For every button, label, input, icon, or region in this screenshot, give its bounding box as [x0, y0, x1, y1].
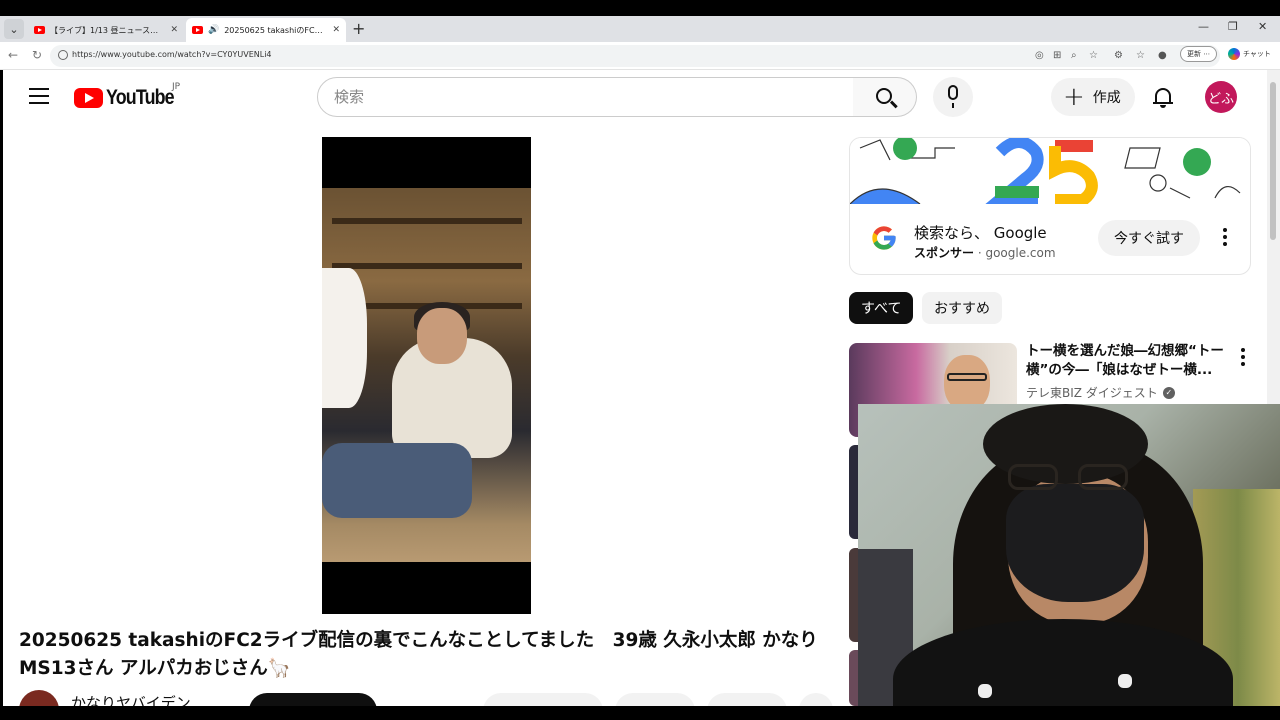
copilot-chat-button[interactable]: チャット [1228, 46, 1271, 62]
ad-title: 検索なら、 Google [914, 224, 1047, 242]
url-field[interactable]: https://www.youtube.com/watch?v=CY0YUVEN… [50, 45, 1220, 67]
ad-cta-button[interactable]: 今すぐ試す [1098, 220, 1200, 256]
youtube-logo[interactable]: YouTube JP [74, 82, 186, 110]
notifications-bell-icon[interactable] [1153, 86, 1173, 108]
tab-list-button[interactable]: ⌄ [4, 19, 24, 39]
close-tab-icon[interactable]: ✕ [332, 25, 340, 35]
close-tab-icon[interactable]: ✕ [170, 25, 178, 35]
youtube-favicon-icon [192, 26, 203, 34]
recommendation-channel[interactable]: テレ東BIZ ダイジェスト ✓ [1026, 384, 1175, 401]
recommendation-title[interactable]: トー横を選んだ娘―幻想郷“トー横”の今―「娘はなぜトー横... [1026, 342, 1236, 380]
youtube-play-icon [74, 88, 103, 108]
address-bar: ← ↻ https://www.youtube.com/watch?v=CY0Y… [0, 42, 1280, 70]
update-label: 更新 [1187, 50, 1201, 58]
more-actions-button[interactable] [799, 693, 833, 706]
chip-recommended[interactable]: おすすめ [922, 292, 1002, 324]
tab-strip: ⌄ 【ライブ】1/13 昼ニュースまとめ 最新情報を厳選... ✕ 🔊 2025… [0, 16, 1280, 42]
translate-icon[interactable]: ◎ [1035, 50, 1044, 61]
video-title: 20250625 takashiのFC2ライブ配信の裏でこんなことしてました 3… [19, 630, 818, 679]
video-frame [322, 188, 531, 562]
channel-avatar[interactable] [19, 690, 59, 706]
region-code: JP [172, 82, 181, 92]
google-logo-icon [872, 226, 896, 250]
scrollbar-thumb[interactable] [1270, 82, 1276, 240]
reload-icon[interactable]: ↻ [32, 48, 42, 62]
video-player[interactable] [322, 137, 531, 614]
tab-current-video[interactable]: 🔊 20250625 takashiのFC2ライブ配信... ✕ [186, 18, 346, 42]
profile-icon[interactable]: ● [1158, 50, 1167, 61]
verified-icon: ✓ [1162, 386, 1175, 399]
ad-sponsor-line: スポンサー · google.com [914, 246, 1056, 260]
tab-news[interactable]: 【ライブ】1/13 昼ニュースまとめ 最新情報を厳選... ✕ [28, 18, 184, 42]
site-info-icon[interactable] [58, 50, 68, 60]
recommendation-more-icon[interactable] [1241, 348, 1245, 369]
copilot-icon [1228, 48, 1240, 60]
favorites-icon[interactable]: ☆ [1136, 50, 1145, 61]
webcam-overlay [858, 404, 1280, 720]
tab-title: 20250625 takashiのFC2ライブ配信... [224, 25, 328, 35]
favorite-star-icon[interactable]: ☆ [1089, 50, 1098, 61]
update-button[interactable]: 更新 ⋯ [1180, 46, 1218, 62]
search-button[interactable] [853, 77, 917, 117]
share-button[interactable] [615, 693, 695, 706]
restore-icon[interactable]: ❐ [1228, 20, 1238, 33]
youtube-favicon-icon [34, 26, 45, 34]
screen-bottom-border [0, 706, 1280, 720]
ad-more-icon[interactable] [1223, 228, 1227, 249]
like-dislike-button[interactable] [483, 693, 603, 706]
chat-label: チャット [1243, 50, 1271, 58]
url-text: https://www.youtube.com/watch?v=CY0YUVEN… [72, 50, 272, 59]
save-button[interactable] [707, 693, 787, 706]
screen-top-border [0, 0, 1280, 16]
search-box [317, 77, 854, 117]
search-input[interactable] [318, 78, 853, 116]
channel-name[interactable]: かなりヤバイデン [71, 692, 191, 706]
audio-playing-icon[interactable]: 🔊 [208, 25, 219, 35]
plus-icon: + [1063, 82, 1085, 112]
sponsored-ad-card[interactable]: 検索なら、 Google スポンサー · google.com 今すぐ試す [849, 137, 1251, 275]
ad-banner-image [850, 138, 1250, 204]
create-button[interactable]: + 作成 [1051, 78, 1135, 116]
zoom-icon[interactable]: ⌕ [1071, 50, 1077, 61]
create-label: 作成 [1092, 90, 1121, 106]
recommendation-channel-name: テレ東BIZ ダイジェスト [1026, 386, 1158, 400]
tab-title: 【ライブ】1/13 昼ニュースまとめ 最新情報を厳選... [50, 25, 166, 35]
ad-domain: google.com [985, 246, 1056, 260]
new-tab-button[interactable]: + [352, 19, 365, 39]
subscribe-button[interactable] [249, 693, 377, 706]
back-icon[interactable]: ← [8, 48, 18, 62]
menu-icon[interactable] [29, 88, 49, 104]
sponsor-label: スポンサー [914, 246, 975, 260]
extensions-icon[interactable]: ⚙ [1114, 50, 1123, 61]
app-icon[interactable]: ⊞ [1053, 50, 1061, 61]
chip-all[interactable]: すべて [849, 292, 914, 324]
close-window-icon[interactable]: ✕ [1258, 20, 1267, 33]
account-avatar[interactable]: どふ [1205, 81, 1237, 113]
search-icon [876, 88, 892, 104]
microphone-icon [948, 85, 958, 100]
voice-search-button[interactable] [933, 77, 973, 117]
logo-text: YouTube [106, 86, 175, 109]
minimize-icon[interactable]: — [1198, 20, 1209, 33]
